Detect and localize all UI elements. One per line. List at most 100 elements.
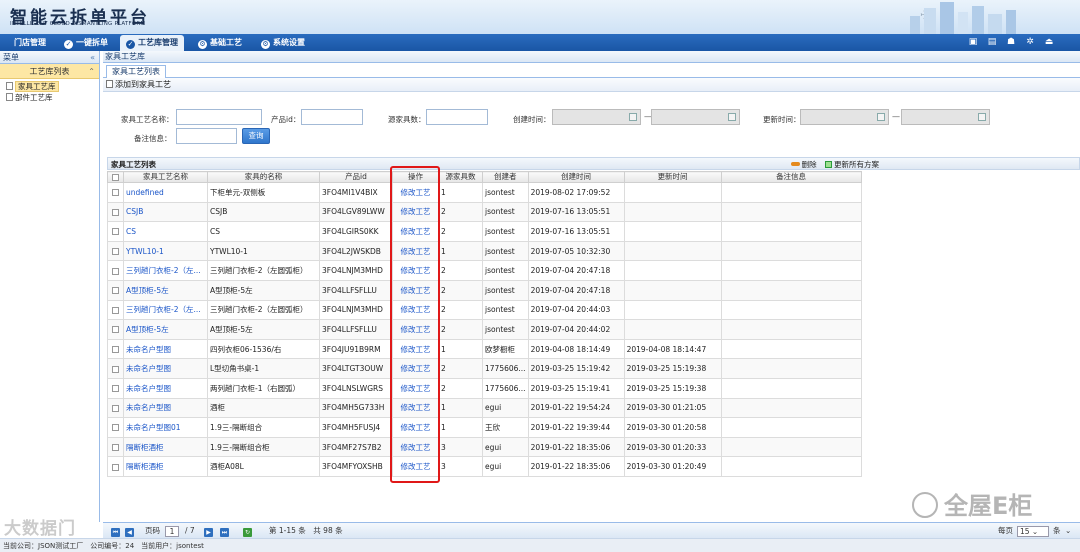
- table-row[interactable]: 未命名户型图 酒柜 3FO4MH5G733H 修改工艺 1 egui 2019-01-22 …: [107, 397, 862, 419]
- nav-item-settings[interactable]: ⚙ 系统设置: [261, 34, 305, 51]
- row-name-link[interactable]: 未命名户型图: [123, 358, 208, 379]
- column-header[interactable]: 创建时间: [527, 171, 625, 183]
- update-all-button[interactable]: 更新所有方案: [819, 160, 879, 169]
- chevron-down-icon[interactable]: ⌄: [1065, 523, 1071, 539]
- edit-process-link[interactable]: 修改工艺: [392, 358, 439, 379]
- row-name-link[interactable]: YTWL10-1: [123, 240, 208, 262]
- edit-process-link[interactable]: 修改工艺: [392, 182, 439, 203]
- row-name-link[interactable]: 未命名户型图01: [123, 417, 208, 438]
- edit-process-link[interactable]: 修改工艺: [392, 436, 439, 458]
- row-name-link[interactable]: CS: [123, 221, 208, 242]
- table-row[interactable]: undefined 下柜单元-双侧板 3FO4MI1V4BIX 修改工艺 1 jsonte…: [107, 182, 862, 203]
- edit-process-link[interactable]: 修改工艺: [392, 456, 439, 477]
- next-page-button[interactable]: ▶: [204, 523, 213, 539]
- row-name-link[interactable]: 未命名户型图: [123, 338, 208, 360]
- calendar-icon[interactable]: [728, 113, 736, 121]
- row-checkbox[interactable]: [107, 417, 124, 438]
- edit-process-link[interactable]: 修改工艺: [392, 377, 439, 399]
- row-name-link[interactable]: 三列趟门衣柜-2（左...: [123, 260, 208, 281]
- row-checkbox[interactable]: [107, 397, 124, 419]
- column-header[interactable]: 家具的名称: [207, 171, 320, 183]
- row-checkbox[interactable]: [107, 436, 124, 458]
- table-row[interactable]: 三列趟门衣柜-2（左... 三列趟门衣柜-2（左圆弧柜） 3FO4LNJM3MHD 修…: [107, 299, 862, 321]
- add-link[interactable]: 添加到家具工艺: [106, 80, 171, 89]
- collapse-icon[interactable]: «: [90, 51, 95, 64]
- edit-process-link[interactable]: 修改工艺: [392, 221, 439, 242]
- table-row[interactable]: CSJB CSJB 3FO4LGV89LWW 修改工艺 2 jsontest 2019-07…: [107, 201, 862, 223]
- column-header[interactable]: 备注信息: [720, 171, 862, 183]
- row-checkbox[interactable]: [107, 182, 124, 203]
- row-checkbox[interactable]: [107, 377, 124, 399]
- column-header[interactable]: 创建者: [482, 171, 529, 183]
- row-checkbox[interactable]: [107, 279, 124, 301]
- calendar-icon[interactable]: [629, 113, 637, 121]
- refresh-button[interactable]: ↻: [243, 523, 252, 539]
- table-row[interactable]: 未命名户型图 L型切角书桌-1 3FO4LTGT3OUW 修改工艺 2 1775606..…: [107, 358, 862, 379]
- sidebar-item-furniture-library[interactable]: 家具工艺库: [6, 81, 99, 92]
- created-start-input[interactable]: [552, 109, 641, 125]
- row-name-link[interactable]: CSJB: [123, 201, 208, 223]
- updated-start-input[interactable]: [800, 109, 889, 125]
- nav-item-one-click[interactable]: ✓ 一键拆单: [64, 34, 108, 51]
- edit-process-link[interactable]: 修改工艺: [392, 260, 439, 281]
- nav-item-basic[interactable]: ⚙ 基础工艺: [198, 34, 242, 51]
- row-checkbox[interactable]: [107, 456, 124, 477]
- product-id-input[interactable]: [301, 109, 363, 125]
- edit-process-link[interactable]: 修改工艺: [392, 240, 439, 262]
- row-name-link[interactable]: 未命名户型图: [123, 397, 208, 419]
- row-checkbox[interactable]: [107, 299, 124, 321]
- gear-icon[interactable]: ✲: [1025, 37, 1035, 47]
- prev-page-button[interactable]: ◀: [125, 523, 134, 539]
- select-all-checkbox[interactable]: [107, 171, 124, 183]
- sidebar-section[interactable]: 工艺库列表 ⌃: [0, 64, 99, 79]
- sidebar-item-part-library[interactable]: 部件工艺库: [6, 92, 99, 103]
- last-page-button[interactable]: ⏭: [220, 523, 229, 539]
- exit-icon[interactable]: ⏏: [1044, 37, 1054, 47]
- edit-process-link[interactable]: 修改工艺: [392, 397, 439, 419]
- row-name-link[interactable]: 隔断柜酒柜: [123, 436, 208, 458]
- table-row[interactable]: 隔断柜酒柜 酒柜A08L 3FO4MFYOXSHB 修改工艺 3 egui 2019-01-…: [107, 456, 862, 477]
- note-input[interactable]: [176, 128, 237, 144]
- calendar-icon[interactable]: [877, 113, 885, 121]
- per-page-select[interactable]: 15 ⌄: [1017, 523, 1049, 539]
- row-checkbox[interactable]: [107, 240, 124, 262]
- column-header[interactable]: 家具工艺名称: [123, 171, 208, 183]
- column-header[interactable]: 产品id: [319, 171, 393, 183]
- edit-process-link[interactable]: 修改工艺: [392, 338, 439, 360]
- edit-process-link[interactable]: 修改工艺: [392, 279, 439, 301]
- home-icon[interactable]: ▣: [968, 37, 978, 47]
- table-row[interactable]: 未命名户型图 两列趟门衣柜-1（右圆弧） 3FO4LNSLWGRS 修改工艺 2 1775…: [107, 377, 862, 399]
- table-row[interactable]: 隔断柜酒柜 1.9三-隔断组合柜 3FO4MF27S7B2 修改工艺 3 egui 2019…: [107, 436, 862, 458]
- edit-process-link[interactable]: 修改工艺: [392, 417, 439, 438]
- column-header[interactable]: 更新时间: [623, 171, 722, 183]
- updated-end-input[interactable]: [901, 109, 990, 125]
- table-row[interactable]: YTWL10-1 YTWL10-1 3FO4L2JWSKDB 修改工艺 1 jsontes…: [107, 240, 862, 262]
- row-checkbox[interactable]: [107, 319, 124, 340]
- row-name-link[interactable]: undefined: [123, 182, 208, 203]
- user-icon[interactable]: ☗: [1006, 37, 1016, 47]
- row-name-link[interactable]: 三列趟门衣柜-2（左...: [123, 299, 208, 321]
- row-name-link[interactable]: A型顶柜-5左: [123, 319, 208, 340]
- row-checkbox[interactable]: [107, 221, 124, 242]
- calendar-icon[interactable]: ▤: [987, 37, 997, 47]
- table-row[interactable]: 三列趟门衣柜-2（左... 三列趟门衣柜-2（左圆弧柜） 3FO4LNJM3MHD 修…: [107, 260, 862, 281]
- table-row[interactable]: 未命名户型图 四列衣柜06-1536/右 3FO4JU91B9RM 修改工艺 1 欧梦橱柜…: [107, 338, 862, 360]
- table-row[interactable]: 未命名户型图01 1.9三-隔断组合 3FO4MH5FUSJ4 修改工艺 1 王欣 2019…: [107, 417, 862, 438]
- column-header[interactable]: 操作: [392, 171, 439, 183]
- table-row[interactable]: A型顶柜-5左 A型顶柜-5左 3FO4LLFSFLLU 修改工艺 2 jsontest 2…: [107, 319, 862, 340]
- row-checkbox[interactable]: [107, 201, 124, 223]
- name-input[interactable]: [176, 109, 262, 125]
- created-end-input[interactable]: [651, 109, 740, 125]
- row-checkbox[interactable]: [107, 260, 124, 281]
- row-checkbox[interactable]: [107, 338, 124, 360]
- tab-furniture-list[interactable]: 家具工艺列表: [106, 65, 166, 78]
- edit-process-link[interactable]: 修改工艺: [392, 319, 439, 340]
- calendar-icon[interactable]: [978, 113, 986, 121]
- column-header[interactable]: 源家具数: [438, 171, 483, 183]
- source-count-input[interactable]: [426, 109, 488, 125]
- nav-item-library[interactable]: ✓ 工艺库管理: [120, 35, 184, 51]
- row-name-link[interactable]: 未命名户型图: [123, 377, 208, 399]
- first-page-button[interactable]: ⏮: [111, 523, 120, 539]
- edit-process-link[interactable]: 修改工艺: [392, 201, 439, 223]
- row-name-link[interactable]: 隔断柜酒柜: [123, 456, 208, 477]
